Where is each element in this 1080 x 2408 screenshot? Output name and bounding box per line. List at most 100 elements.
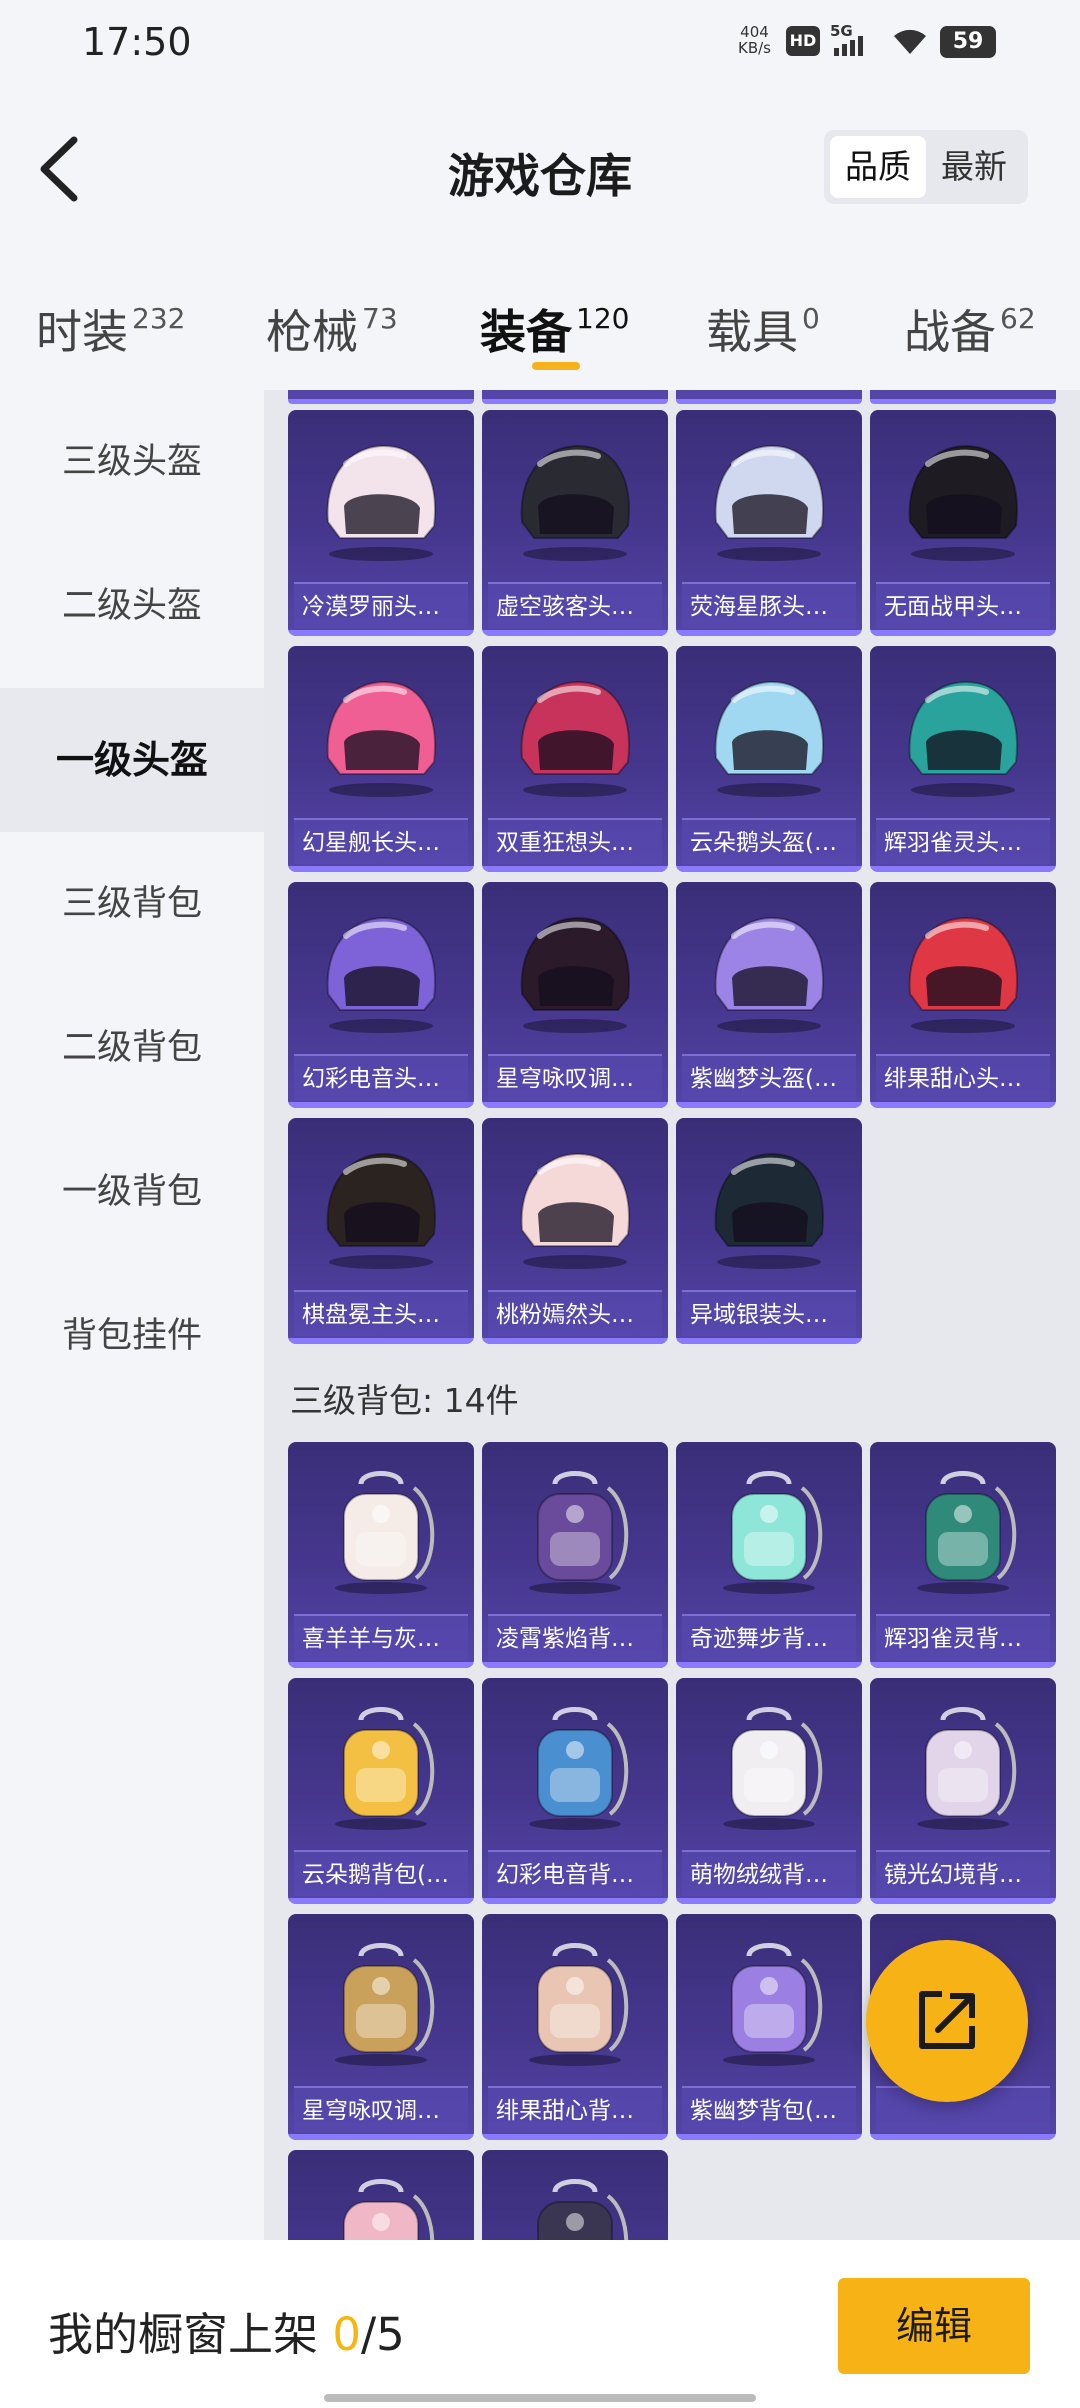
helmet-card[interactable]: 辉羽雀灵头…	[870, 646, 1056, 872]
tab-vehicles[interactable]: 载具 0	[706, 296, 820, 362]
quality-bar	[288, 630, 474, 636]
helmet-card[interactable]: 星穹咏叹调…	[482, 882, 668, 1108]
tab-combat-supplies[interactable]: 战备 62	[904, 296, 1036, 362]
backpack-card[interactable]: 幻彩电音背…	[482, 1678, 668, 1904]
partial-card	[288, 390, 474, 404]
quality-bar	[676, 1898, 862, 1904]
svg-text:5G: 5G	[830, 22, 853, 40]
quality-bar	[870, 630, 1056, 636]
home-indicator[interactable]	[324, 2394, 756, 2402]
helmet-card[interactable]: 幻星舰长头…	[288, 646, 474, 872]
helmet-card[interactable]: 异域银装头…	[676, 1118, 862, 1344]
backpack-icon	[500, 1938, 650, 2068]
backpack-icon	[306, 1702, 456, 1832]
helmet-icon	[694, 670, 844, 800]
sort-quality-button[interactable]: 品质	[830, 136, 926, 198]
backpack-card[interactable]: 凌霄紫焰背…	[482, 1442, 668, 1668]
helmet-name: 桃粉嫣然头…	[488, 1290, 662, 1336]
backpack-name: 镜光幻境背…	[876, 1850, 1050, 1896]
header: 游戏仓库 品质 最新	[0, 84, 1080, 244]
backpack-icon	[888, 1466, 1038, 1596]
helmet-card[interactable]: 云朵鹅头盔(…	[676, 646, 862, 872]
helmet-name: 幻星舰长头…	[294, 818, 468, 864]
helmet-icon	[694, 434, 844, 564]
helmet-card[interactable]: 荧海星豚头…	[676, 410, 862, 636]
showcase-status: 我的橱窗上架 0/5	[48, 2308, 405, 2361]
wifi-icon	[890, 24, 930, 60]
quality-bar	[288, 1662, 474, 1668]
helmet-icon	[500, 1142, 650, 1272]
quality-bar	[676, 2134, 862, 2140]
helmet-card[interactable]: 双重狂想头…	[482, 646, 668, 872]
quality-bar	[676, 630, 862, 636]
quality-bar	[288, 1338, 474, 1344]
quality-bar	[482, 630, 668, 636]
sort-toggle: 品质 最新	[824, 130, 1028, 204]
backpack-card[interactable]: 镜光幻境背…	[870, 1678, 1056, 1904]
backpack-card[interactable]: 紫幽梦背包(…	[676, 1914, 862, 2140]
sidebar-item-level3-backpack[interactable]: 三级背包	[0, 832, 264, 976]
edit-button[interactable]: 编辑	[838, 2278, 1030, 2374]
showcase-current-count: 0	[332, 2308, 361, 2361]
helmet-card[interactable]: 幻彩电音头…	[288, 882, 474, 1108]
sort-newest-button[interactable]: 最新	[926, 136, 1022, 198]
backpack-card[interactable]: 绯果甜心背…	[482, 1914, 668, 2140]
share-button[interactable]	[866, 1940, 1028, 2102]
backpack-name: 凌霄紫焰背…	[488, 1614, 662, 1660]
sidebar-item-level1-helmet[interactable]: 一级头盔	[0, 688, 264, 832]
battery-icon: 59	[940, 26, 996, 58]
helmet-card[interactable]: 绯果甜心头…	[870, 882, 1056, 1108]
tab-fashion[interactable]: 时装 232	[36, 296, 185, 362]
tab-equipment[interactable]: 装备 120	[480, 296, 629, 362]
helmet-icon	[500, 434, 650, 564]
helmet-icon	[694, 1142, 844, 1272]
backpack-card[interactable]: 云朵鹅背包(…	[288, 1678, 474, 1904]
tab-firearms[interactable]: 枪械 73	[266, 296, 398, 362]
backpack-card[interactable]: 星穹咏叹调…	[288, 1914, 474, 2140]
quality-bar	[676, 866, 862, 872]
backpack-icon	[500, 1702, 650, 1832]
sidebar-item-level3-helmet[interactable]: 三级头盔	[0, 390, 264, 534]
helmet-name: 冷漠罗丽头…	[294, 582, 468, 628]
helmet-name: 虚空骇客头…	[488, 582, 662, 628]
helmet-name: 紫幽梦头盔(…	[682, 1054, 856, 1100]
helmet-card[interactable]: 无面战甲头…	[870, 410, 1056, 636]
backpack-name: 萌物绒绒背…	[682, 1850, 856, 1896]
helmet-icon	[888, 906, 1038, 1036]
backpack-card[interactable]: 喜羊羊与灰…	[288, 1442, 474, 1668]
helmet-name: 辉羽雀灵头…	[876, 818, 1050, 864]
quality-bar	[288, 1102, 474, 1108]
helmet-card[interactable]: 冷漠罗丽头…	[288, 410, 474, 636]
backpack-card[interactable]	[482, 2150, 668, 2240]
helmet-icon	[306, 1142, 456, 1272]
helmet-name: 幻彩电音头…	[294, 1054, 468, 1100]
helmet-card[interactable]: 虚空骇客头…	[482, 410, 668, 636]
helmet-card[interactable]: 桃粉嫣然头…	[482, 1118, 668, 1344]
helmet-name: 异域银装头…	[682, 1290, 856, 1336]
helmet-icon	[306, 906, 456, 1036]
backpack-card[interactable]: 辉羽雀灵背…	[870, 1442, 1056, 1668]
sidebar-item-level1-backpack[interactable]: 一级背包	[0, 1120, 264, 1264]
backpack-card[interactable]: 萌物绒绒背…	[676, 1678, 862, 1904]
sidebar-item-level2-backpack[interactable]: 二级背包	[0, 976, 264, 1120]
sidebar-item-level2-helmet[interactable]: 二级头盔	[0, 534, 264, 678]
quality-bar	[676, 1662, 862, 1668]
helmet-icon	[500, 670, 650, 800]
sidebar-item-backpack-charm[interactable]: 背包挂件	[0, 1264, 264, 1408]
backpack-icon	[694, 1466, 844, 1596]
helmet-card[interactable]: 棋盘冕主头…	[288, 1118, 474, 1344]
backpack-name: 紫幽梦背包(…	[682, 2086, 856, 2132]
status-time: 17:50	[82, 20, 192, 64]
helmet-name: 云朵鹅头盔(…	[682, 818, 856, 864]
quality-bar	[870, 1898, 1056, 1904]
quality-bar	[482, 2134, 668, 2140]
backpack-icon	[306, 1938, 456, 2068]
helmet-icon	[888, 670, 1038, 800]
quality-bar	[870, 1102, 1056, 1108]
helmet-icon	[888, 434, 1038, 564]
backpack-card[interactable]	[288, 2150, 474, 2240]
backpack-name: 喜羊羊与灰…	[294, 1614, 468, 1660]
helmet-card[interactable]: 紫幽梦头盔(…	[676, 882, 862, 1108]
backpack-card[interactable]: 奇迹舞步背…	[676, 1442, 862, 1668]
backpack-icon	[694, 1938, 844, 2068]
